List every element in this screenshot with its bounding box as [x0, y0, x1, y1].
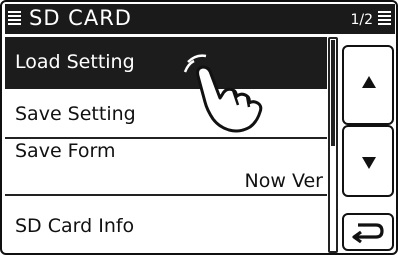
return-arrow-icon	[352, 223, 384, 244]
menu-item-sd-card-info[interactable]: SD Card Info	[5, 196, 327, 253]
scrollbar[interactable]	[328, 37, 338, 253]
page-indicator: 1/2	[350, 12, 373, 28]
scroll-up-button[interactable]	[342, 45, 394, 125]
triangle-down-icon	[362, 157, 376, 169]
list-icon	[8, 11, 21, 27]
menu-item-save-form[interactable]: Save Form Now Ver	[5, 139, 327, 196]
scroll-down-button[interactable]	[342, 125, 394, 197]
menu-item-label: Save Setting	[15, 103, 136, 125]
triangle-up-icon	[362, 76, 376, 88]
list-icon	[378, 11, 391, 27]
screen-title: SD CARD	[29, 6, 132, 30]
menu-item-label: Save Form	[15, 140, 116, 162]
title-bar: SD CARD 1/2	[5, 4, 395, 34]
pointing-hand-icon	[183, 54, 263, 133]
menu-item-value: Now Ver	[244, 170, 323, 192]
back-button[interactable]	[342, 213, 394, 251]
menu-item-label: SD Card Info	[15, 215, 135, 237]
scrollbar-thumb[interactable]	[331, 40, 335, 146]
menu-item-label: Load Setting	[15, 51, 135, 73]
